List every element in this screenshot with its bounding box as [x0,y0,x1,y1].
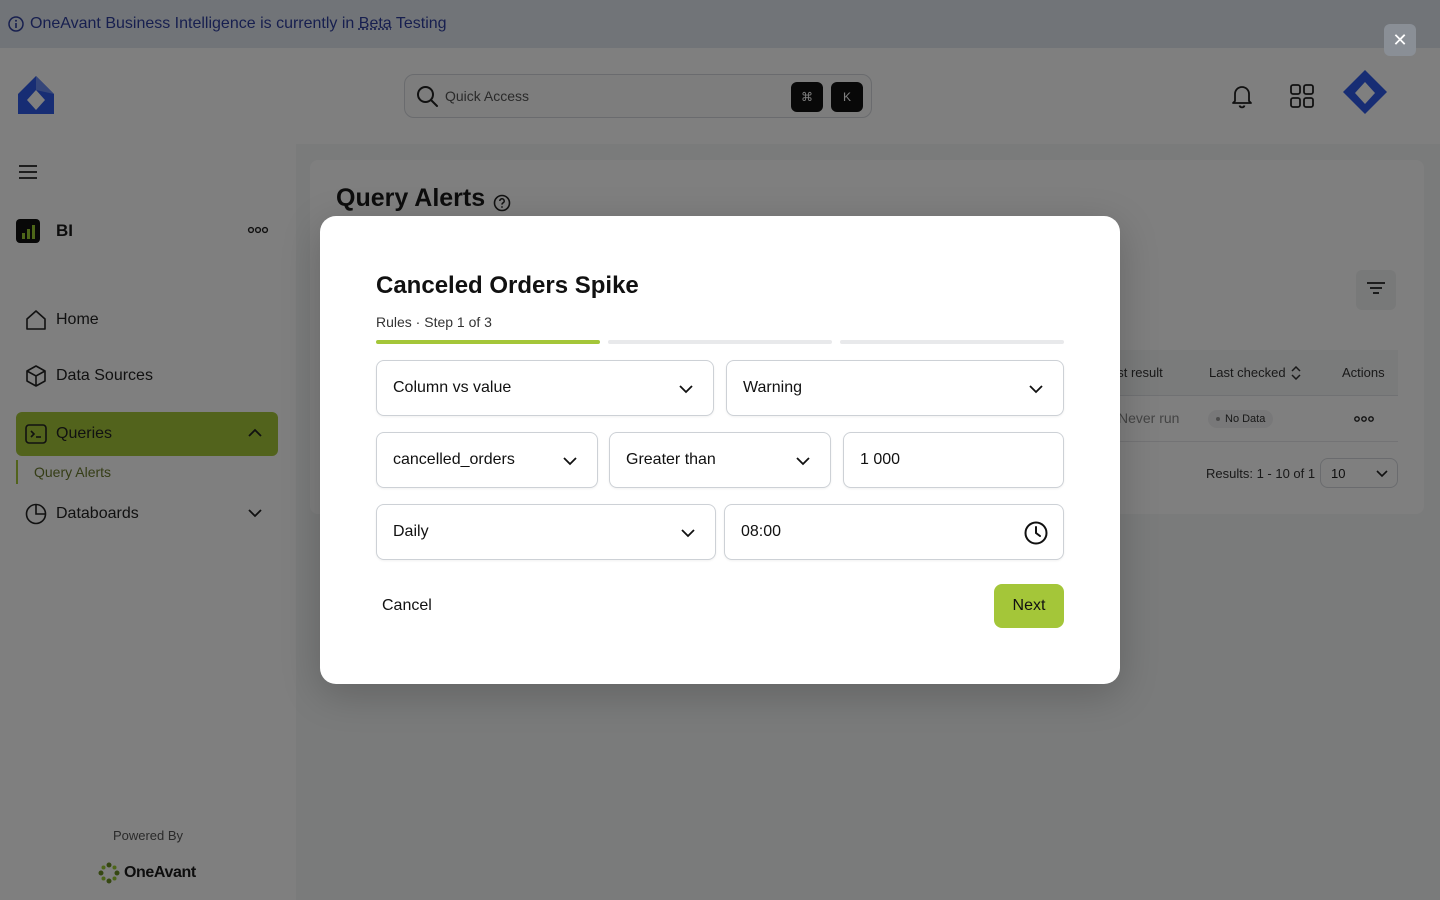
next-button[interactable]: Next [994,584,1064,628]
banner-close-button[interactable]: ✕ [1384,24,1416,56]
cancel-button[interactable]: Cancel [382,594,432,618]
alert-rules-dialog: Canceled Orders Spike Rules · Step 1 of … [320,216,1120,684]
threshold-input[interactable]: 1 000 [843,432,1064,488]
operator-select[interactable]: Greater than [609,432,831,488]
chevron-down-icon [677,380,695,398]
chevron-down-icon [561,452,579,470]
step-indicator-1 [376,340,600,344]
column-select[interactable]: cancelled_orders [376,432,598,488]
chevron-down-icon [794,452,812,470]
clock-icon[interactable] [1023,520,1049,546]
rule-type-select[interactable]: Column vs value [376,360,714,416]
chevron-down-icon [1027,380,1045,398]
time-input[interactable]: 08:00 [724,504,1064,560]
dialog-title: Canceled Orders Spike [376,272,639,299]
chevron-down-icon [679,524,697,542]
severity-select[interactable]: Warning [726,360,1064,416]
step-indicator-3 [840,340,1064,344]
dialog-step-label: Rules · Step 1 of 3 [376,314,492,330]
frequency-select[interactable]: Daily [376,504,716,560]
step-indicator-2 [608,340,832,344]
